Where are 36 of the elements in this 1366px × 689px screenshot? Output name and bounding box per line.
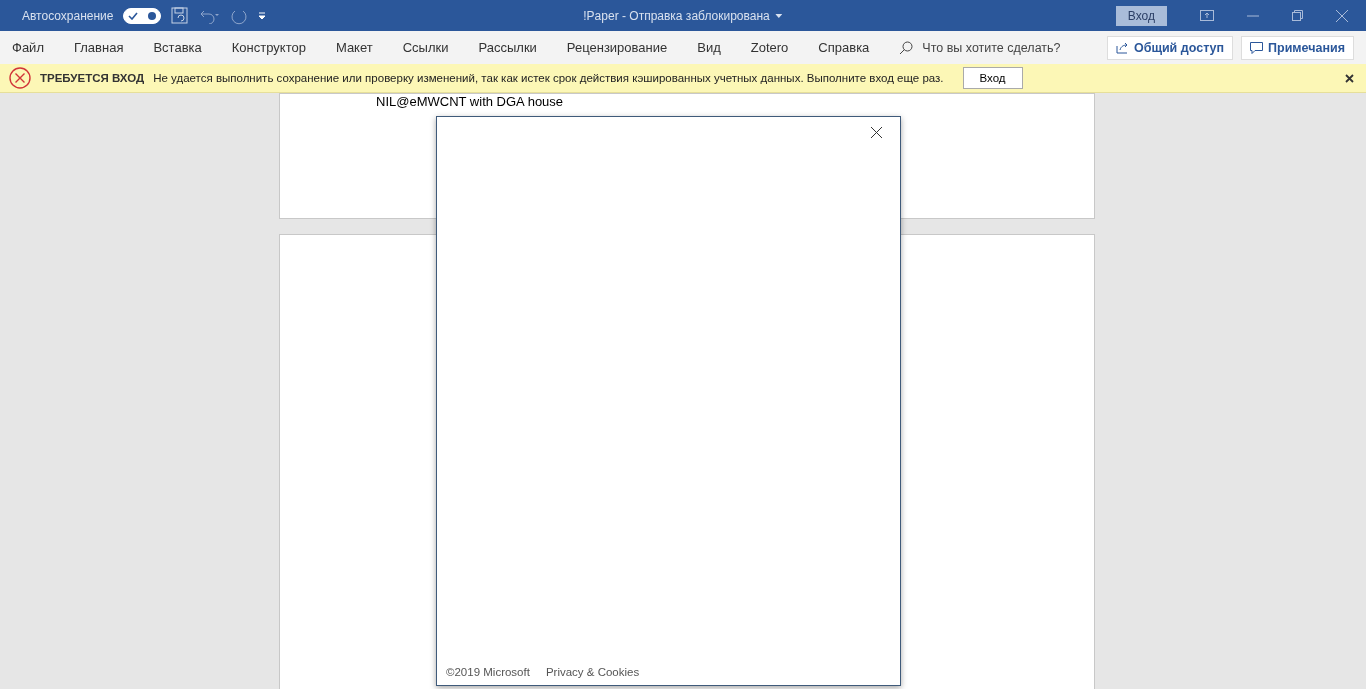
ribbon-tab[interactable]: Конструктор <box>231 40 306 55</box>
ribbon-tab[interactable]: Файл <box>12 40 44 55</box>
ribbon-tab[interactable]: Рецензирование <box>566 40 668 55</box>
ribbon-tab[interactable]: Рассылки <box>478 40 537 55</box>
close-icon[interactable] <box>871 127 882 138</box>
caret-icon[interactable] <box>775 14 783 19</box>
document-text: NIL@eMWCNT with DGA house <box>376 94 564 109</box>
tell-me-field[interactable]: Что вы хотите сделать? <box>922 40 1061 55</box>
autosave-label: Автосохранение <box>22 8 114 23</box>
error-icon <box>9 67 31 89</box>
comments-button[interactable]: Примечания <box>1241 35 1354 60</box>
ribbon-display-icon[interactable] <box>1200 10 1214 21</box>
save-icon[interactable] <box>171 7 189 24</box>
ribbon-tab[interactable]: Ссылки <box>402 40 449 55</box>
comment-icon <box>1250 41 1264 54</box>
customize-caret-icon[interactable] <box>258 11 267 20</box>
ribbon-tab[interactable]: Вставка <box>153 40 202 55</box>
sign-in-button[interactable]: Вход <box>1115 5 1167 26</box>
document-title[interactable]: !Paper - Отправка заблокирована <box>583 8 783 23</box>
close-icon[interactable] <box>1345 73 1354 83</box>
ribbon-tab[interactable]: Главная <box>73 40 124 55</box>
banner-title: ТРЕБУЕТСЯ ВХОД <box>40 72 145 84</box>
privacy-link[interactable]: Privacy & Cookies <box>545 666 640 678</box>
check-icon <box>128 11 139 20</box>
ribbon-tab[interactable]: Справка <box>818 40 870 55</box>
sign-in-button[interactable]: Вход <box>962 67 1023 89</box>
ribbon-tab[interactable]: Вид <box>697 40 721 55</box>
ribbon-tab[interactable]: Zotero <box>750 40 789 55</box>
restore-icon[interactable] <box>1292 10 1303 21</box>
share-button[interactable]: Общий доступ <box>1106 35 1234 60</box>
copyright-text: ©2019 Microsoft <box>446 666 530 678</box>
autosave-toggle[interactable] <box>123 7 162 24</box>
share-icon <box>1115 41 1129 54</box>
banner-message: Не удается выполнить сохранение или проверку изменений, так как истек срок действия кэшированных учетных данных. Выполните вход еще раз. <box>153 72 944 84</box>
search-icon[interactable] <box>899 40 914 55</box>
ribbon-tab[interactable]: Макет <box>335 40 373 55</box>
